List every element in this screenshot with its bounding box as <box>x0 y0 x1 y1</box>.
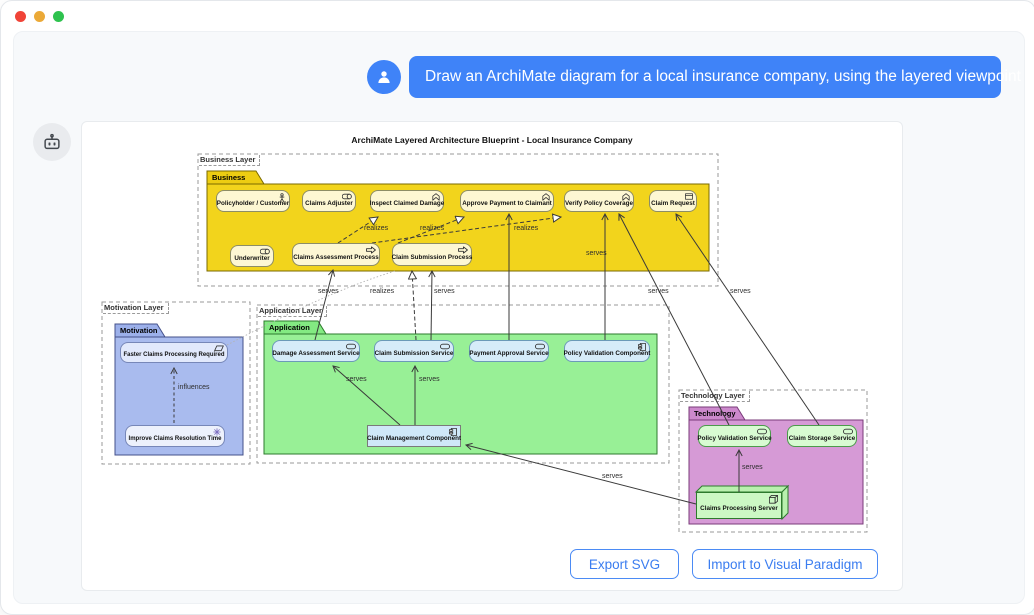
user-message-bubble: Draw an ArchiMate diagram for a local in… <box>409 56 1001 98</box>
node-underwriter: Underwriter <box>230 245 274 267</box>
requirement-icon <box>214 345 224 352</box>
edge-label-serves: serves <box>586 250 607 257</box>
node-faster-claims-processing-required: Faster Claims Processing Required <box>120 342 228 363</box>
window-minimize-button[interactable] <box>34 11 45 22</box>
assistant-avatar <box>33 123 71 161</box>
edge-label-serves: serves <box>346 376 367 383</box>
node-approve-payment-to-claimant: Approve Payment to Claimant <box>460 190 554 212</box>
node-claim-storage-service: Claim Storage Service <box>787 425 857 447</box>
application-service-icon <box>535 343 545 350</box>
technology-service-icon <box>757 428 767 435</box>
edge-label-serves: serves <box>648 288 669 295</box>
business-function-icon <box>432 193 440 201</box>
diagram-title: ArchiMate Layered Architecture Blueprint… <box>82 135 902 145</box>
node-claim-request: Claim Request <box>649 190 697 212</box>
technology-group-label: Technology <box>694 409 736 418</box>
diagram-card: ArchiMate Layered Architecture Blueprint… <box>81 121 903 591</box>
robot-icon <box>41 131 63 153</box>
edge-label-serves: serves <box>419 376 440 383</box>
business-actor-icon <box>278 193 286 203</box>
application-component-icon <box>638 343 646 351</box>
window-close-button[interactable] <box>15 11 26 22</box>
business-function-icon <box>622 193 630 201</box>
motivation-layer-label: Motivation Layer <box>103 303 169 314</box>
node-claims-processing-server: Claims Processing Server <box>696 492 782 519</box>
technology-service-icon <box>843 428 853 435</box>
business-function-icon <box>542 193 550 201</box>
export-svg-button[interactable]: Export SVG <box>570 549 679 579</box>
node-damage-assessment-service: Damage Assessment Service <box>272 340 360 362</box>
node-policy-validation-service: Policy Validation Service <box>698 425 771 447</box>
edge-label-realizes: realizes <box>514 225 538 232</box>
business-group-label: Business <box>212 173 245 182</box>
motivation-group-label: Motivation <box>120 326 158 335</box>
edge-label-serves: serves <box>742 464 763 471</box>
edge-label-realizes: realizes <box>420 225 444 232</box>
business-object-icon <box>685 193 693 200</box>
node-claim-submission-service: Claim Submission Service <box>374 340 454 362</box>
node-policyholder-customer: Policyholder / Customer <box>216 190 290 212</box>
business-layer-label: Business Layer <box>199 155 260 166</box>
node-improve-claims-resolution-time: Improve Claims Resolution Time <box>125 425 225 447</box>
app-window: Draw an ArchiMate diagram for a local in… <box>0 0 1034 615</box>
application-group-label: Application <box>269 323 310 332</box>
edge-label-serves: serves <box>318 288 339 295</box>
node-claim-management-component: Claim Management Component <box>367 425 461 447</box>
application-component-icon <box>449 428 457 436</box>
goal-icon <box>213 428 221 436</box>
node-policy-validation-component: Policy Validation Component <box>564 340 650 362</box>
node-payment-approval-service: Payment Approval Service <box>469 340 549 362</box>
application-service-icon <box>440 343 450 350</box>
edge-label-serves: serves <box>730 288 751 295</box>
import-to-visual-paradigm-button[interactable]: Import to Visual Paradigm <box>692 549 878 579</box>
technology-layer-label: Technology Layer <box>680 391 750 402</box>
user-avatar <box>367 60 401 94</box>
node-claims-assessment-process: Claims Assessment Process <box>292 243 380 266</box>
edge-label-realizes: realizes <box>364 225 388 232</box>
application-layer-label: Application Layer <box>258 306 327 317</box>
node-claims-adjuster: Claims Adjuster <box>302 190 356 212</box>
business-role-icon <box>260 248 270 255</box>
business-process-icon <box>458 246 468 254</box>
user-person-icon <box>375 68 393 86</box>
edge-label-influences: influences <box>178 384 210 391</box>
node-verify-policy-coverage: Verify Policy Coverage <box>564 190 634 212</box>
node-inspect-claimed-damage: Inspect Claimed Damage <box>370 190 444 212</box>
technology-node-icon <box>769 495 778 504</box>
business-process-icon <box>366 246 376 254</box>
window-zoom-button[interactable] <box>53 11 64 22</box>
edge-label-serves: serves <box>602 473 623 480</box>
business-role-icon <box>342 193 352 200</box>
edge-label-realizes: realizes <box>370 288 394 295</box>
application-service-icon <box>346 343 356 350</box>
node-claim-submission-process: Claim Submission Process <box>392 243 472 266</box>
edge-label-serves: serves <box>434 288 455 295</box>
